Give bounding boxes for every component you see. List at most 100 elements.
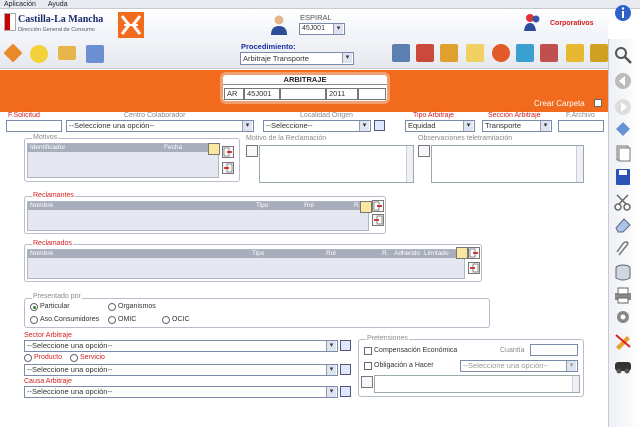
sector-search-icon[interactable] [340, 340, 351, 351]
motivos-edit-icon[interactable] [208, 143, 220, 155]
envelope-icon[interactable] [466, 44, 484, 62]
tools-icon[interactable] [540, 44, 558, 62]
calendar-icon[interactable] [440, 44, 458, 62]
reclamados-remove-icon[interactable] [468, 262, 480, 274]
scan-icon[interactable] [86, 45, 104, 63]
col-rol[interactable]: Rol [326, 250, 336, 258]
reclamantes-add-icon[interactable] [372, 200, 384, 212]
col-rol[interactable]: Rol [304, 202, 314, 210]
reclamados-edit-icon[interactable] [456, 247, 468, 259]
search-icon[interactable] [613, 46, 633, 64]
radio-organismos[interactable] [108, 303, 116, 311]
database-icon[interactable] [613, 264, 633, 282]
books-icon[interactable] [416, 44, 434, 62]
motivo-reclamacion-copy-icon[interactable] [246, 145, 258, 157]
radio-particular[interactable] [30, 303, 38, 311]
centro-label: Centro Colaborador [124, 112, 186, 119]
gear-icon[interactable] [613, 308, 633, 326]
pretensiones-legend: Pretensiones [366, 335, 409, 342]
radio-servicio[interactable] [70, 354, 78, 362]
forward-icon[interactable] [613, 98, 633, 116]
corporate-icon[interactable] [524, 12, 542, 32]
centro-select[interactable]: --Seleccione una opción-- [66, 120, 254, 132]
user-label: ESPIRAL [300, 13, 332, 22]
reclamantes-remove-icon[interactable] [372, 214, 384, 226]
localidad-search-icon[interactable] [374, 120, 385, 131]
tag-icon[interactable] [613, 120, 633, 138]
cuantia-input[interactable] [530, 344, 578, 356]
reclamantes-grid-header: Nombre Tipo Rol R. [28, 202, 368, 210]
pretensiones-copy-icon[interactable] [361, 376, 373, 388]
reclamantes-grid[interactable]: Nombre Tipo Rol R. [27, 201, 369, 231]
attach-icon[interactable] [613, 240, 633, 258]
eraser-icon[interactable] [613, 216, 633, 234]
corporate-label[interactable]: Corporativos [550, 20, 594, 27]
localidad-select[interactable]: --Seleccione-- [263, 120, 371, 132]
col-fecha[interactable]: Fecha [164, 144, 182, 152]
subsector-search-icon[interactable] [340, 364, 351, 375]
presentado-panel [24, 298, 490, 328]
motivos-legend: Motivos [32, 134, 59, 141]
motivo-reclamacion-textarea[interactable] [259, 145, 414, 183]
new-document-icon[interactable] [30, 45, 48, 63]
col-tipo[interactable]: Tipo [256, 202, 268, 210]
region-flag-icon [4, 13, 16, 31]
menu-aplicacion[interactable]: Aplicación [4, 1, 36, 8]
scissors-icon[interactable] [613, 194, 633, 212]
reclamados-add-icon[interactable] [468, 247, 480, 259]
tipo-select[interactable]: Equidad [405, 120, 475, 132]
computer-icon[interactable] [392, 44, 410, 62]
col-r[interactable]: R. [382, 250, 389, 258]
back-icon[interactable] [613, 72, 633, 90]
gears-icon[interactable] [590, 44, 608, 62]
reclamados-grid[interactable]: Nombre Tipo Rol R. Adherido Limitado [27, 249, 465, 279]
observaciones-textarea[interactable] [431, 145, 584, 183]
col-adherido[interactable]: Adherido [394, 250, 420, 258]
col-nombre[interactable]: Nombre [30, 250, 53, 258]
chart-icon[interactable] [492, 44, 510, 62]
col-identificador[interactable]: Identificador [30, 144, 65, 152]
user-select[interactable]: 45J001 [299, 23, 345, 35]
causa-search-icon[interactable] [340, 386, 351, 397]
save-icon[interactable] [613, 168, 633, 186]
motivos-add-icon[interactable] [222, 146, 234, 158]
procedure-select[interactable]: Arbitraje Transporte [240, 52, 354, 65]
reclamantes-edit-icon[interactable] [360, 201, 372, 213]
seccion-select[interactable]: Transporte [482, 120, 552, 132]
info-icon[interactable] [613, 4, 633, 22]
col-nombre[interactable]: Nombre [30, 202, 53, 210]
causa-select[interactable]: --Seleccione una opción-- [24, 386, 338, 398]
subsector-select[interactable]: --Seleccione una opción-- [24, 364, 338, 376]
col-limitado[interactable]: Limitado [424, 250, 449, 258]
sector-select[interactable]: --Seleccione una opción-- [24, 340, 338, 352]
crear-carpeta-checkbox[interactable] [594, 99, 602, 107]
arbitraje-number[interactable] [280, 88, 326, 100]
printer-icon[interactable] [613, 286, 633, 304]
obligacion-checkbox[interactable] [364, 362, 372, 370]
radio-aso-consumidores[interactable] [30, 316, 38, 324]
compensacion-checkbox[interactable] [364, 347, 372, 355]
menu-ayuda[interactable]: Ayuda [48, 1, 68, 8]
solicitud-date-input[interactable] [6, 120, 62, 132]
motivos-remove-icon[interactable] [222, 162, 234, 174]
radio-producto[interactable] [24, 354, 32, 362]
users-icon[interactable] [516, 44, 534, 62]
radio-ocic[interactable] [162, 316, 170, 324]
motivos-grid[interactable]: Identificador Fecha [27, 143, 219, 178]
col-tipo[interactable]: Tipo [252, 250, 264, 258]
exit-icon[interactable] [613, 356, 633, 374]
sector-label: Sector Arbitraje [24, 332, 72, 339]
reclamados-legend: Reclamados [32, 240, 73, 247]
edit-icon[interactable] [613, 332, 633, 350]
documents-icon[interactable] [613, 144, 633, 162]
solicitud-label: F.Solicitud [8, 112, 40, 119]
pretensiones-textarea[interactable] [374, 375, 580, 393]
arbitraje-year: 2011 [326, 88, 358, 100]
archivo-date-input[interactable] [558, 120, 604, 132]
observaciones-copy-icon[interactable] [418, 145, 430, 157]
settings-icon[interactable] [566, 44, 584, 62]
folder-icon[interactable] [58, 46, 76, 60]
radio-omic[interactable] [108, 316, 116, 324]
presentado-legend: Presentado por [32, 293, 82, 300]
obligacion-select[interactable]: --Seleccione una opción-- [460, 360, 578, 372]
